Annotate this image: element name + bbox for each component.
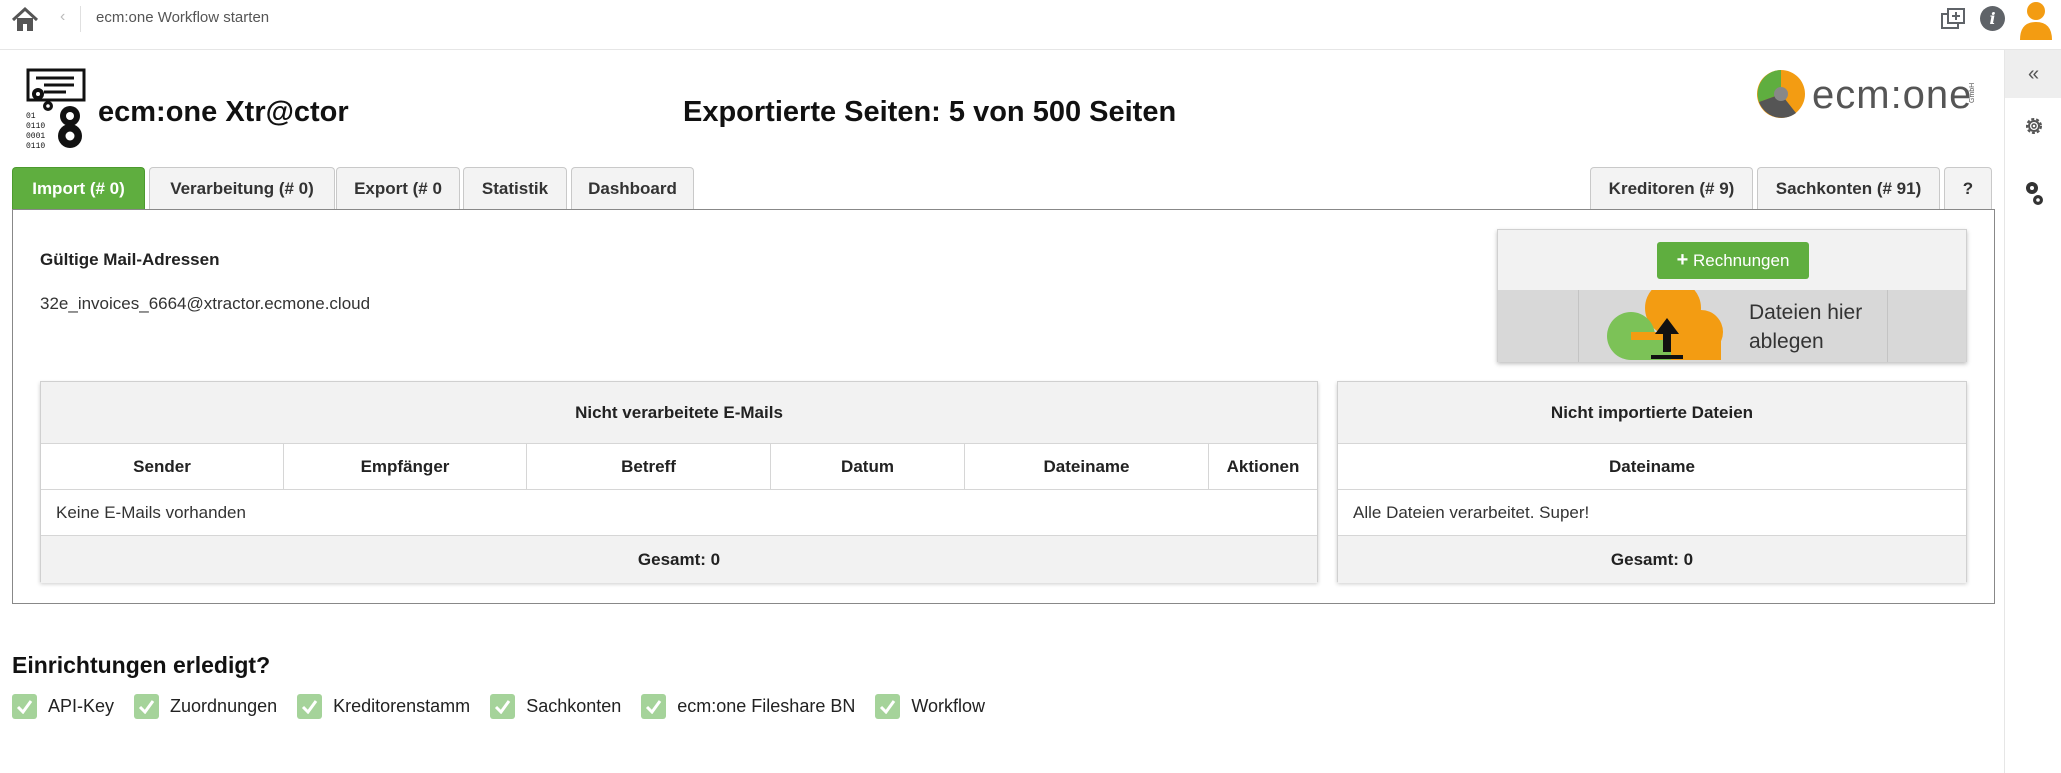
checkbox-checked-icon[interactable] — [641, 693, 667, 719]
tab-verarbeitung[interactable]: Verarbeitung (# 0) — [149, 167, 335, 209]
svg-text:01: 01 — [26, 112, 36, 121]
back-chevron-icon[interactable]: ‹ — [60, 8, 65, 26]
dropzone-text-line1: Dateien hier — [1749, 301, 1863, 324]
add-invoices-label: Rechnungen — [1693, 251, 1790, 270]
emails-table: Nicht verarbeitete E-Mails Sender Empfän… — [40, 381, 1318, 583]
setup-item-workflow[interactable]: Workflow — [875, 692, 985, 720]
files-empty-row: Alle Dateien verarbeitet. Super! — [1338, 490, 1966, 536]
app-name: ecm:one Xtr@ctor — [98, 96, 349, 128]
plus-icon: + — [1676, 249, 1689, 271]
info-icon[interactable]: i — [1980, 6, 2005, 31]
dropzone-frame[interactable]: Dateien hier ablegen — [1578, 290, 1888, 362]
files-table: Nicht importierte Dateien Dateiname Alle… — [1337, 381, 1967, 583]
svg-text:ecm:one: ecm:one — [1812, 73, 1972, 117]
add-invoices-button[interactable]: + Rechnungen — [1657, 242, 1809, 279]
dropzone-text-line2: ablegen — [1749, 330, 1824, 353]
mail-addresses-label: Gültige Mail-Adressen — [40, 250, 220, 269]
tab-sachkonten[interactable]: Sachkonten (# 91) — [1757, 167, 1940, 209]
emails-table-header: Sender Empfänger Betreff Datum Dateiname… — [41, 444, 1317, 490]
column-header-filename[interactable]: Dateiname — [965, 444, 1209, 489]
column-header-date[interactable]: Datum — [771, 444, 965, 489]
setup-item-label: ecm:one Fileshare BN — [677, 695, 856, 716]
file-dropzone[interactable]: Dateien hier ablegen — [1498, 290, 1966, 362]
checkbox-checked-icon[interactable] — [490, 693, 516, 719]
collapse-icon[interactable]: « — [2005, 50, 2061, 98]
mail-address-value[interactable]: 32e_invoices_6664@xtractor.ecmone.cloud — [40, 294, 370, 314]
files-table-caption: Nicht importierte Dateien — [1338, 382, 1966, 444]
setup-title: Einrichtungen erledigt? — [12, 652, 271, 678]
setup-item-label: Zuordnungen — [170, 695, 278, 716]
svg-text:0001: 0001 — [26, 132, 45, 141]
column-header-recipient[interactable]: Empfänger — [284, 444, 527, 489]
checkbox-checked-icon[interactable] — [12, 693, 37, 719]
right-rail: « — [2004, 50, 2061, 773]
dropzone-text: Dateien hier ablegen — [1749, 298, 1862, 356]
upload-widget: + Rechnungen Dateien hier ablegen — [1497, 229, 1967, 362]
new-window-icon[interactable] — [1940, 6, 1966, 32]
export-pages-info: Exportierte Seiten: 5 von 500 Seiten — [683, 96, 1177, 128]
home-icon[interactable] — [10, 6, 40, 34]
workflow-title[interactable]: ecm:one Workflow starten — [96, 9, 269, 26]
top-bar: ‹ ecm:one Workflow starten i — [0, 0, 2061, 50]
setup-checklist: API-Key Zuordnungen Kreditorenstamm Sach… — [12, 692, 1005, 720]
svg-text:0110: 0110 — [26, 142, 45, 148]
tab-dashboard[interactable]: Dashboard — [571, 167, 694, 209]
divider — [80, 6, 81, 32]
column-header-sender[interactable]: Sender — [41, 444, 284, 489]
cloud-upload-icon — [1607, 290, 1723, 360]
ecmone-brand-logo: ecm:one GmbH — [1757, 70, 1976, 118]
emails-total: Gesamt: 0 — [41, 536, 1317, 583]
settings-gear-icon[interactable] — [2022, 114, 2046, 138]
setup-item-kreditorenstamm[interactable]: Kreditorenstamm — [297, 692, 470, 720]
column-header-subject[interactable]: Betreff — [527, 444, 771, 489]
setup-item-label: API-Key — [48, 695, 115, 716]
setup-item-label: Sachkonten — [526, 695, 622, 716]
setup-item-zuordnungen[interactable]: Zuordnungen — [134, 692, 277, 720]
setup-item-sachkonten[interactable]: Sachkonten — [490, 692, 621, 720]
xtractor-logo-icon: 01 0110 0001 0110 — [26, 68, 86, 148]
tab-help[interactable]: ? — [1944, 167, 1992, 209]
tab-statistik[interactable]: Statistik — [463, 167, 567, 209]
tab-export[interactable]: Export (# 0 — [336, 167, 460, 209]
checkbox-checked-icon[interactable] — [134, 693, 160, 719]
setup-item-label: Kreditorenstamm — [333, 695, 471, 716]
emails-table-caption: Nicht verarbeitete E-Mails — [41, 382, 1317, 444]
setup-item-label: Workflow — [911, 695, 986, 716]
gears-icon[interactable] — [2022, 178, 2046, 208]
checkbox-checked-icon[interactable] — [875, 693, 901, 719]
svg-text:0110: 0110 — [26, 122, 45, 131]
setup-item-fileshare[interactable]: ecm:one Fileshare BN — [641, 692, 855, 720]
tab-kreditoren[interactable]: Kreditoren (# 9) — [1590, 167, 1753, 209]
emails-empty-row: Keine E-Mails vorhanden — [41, 490, 1317, 536]
column-header-filename[interactable]: Dateiname — [1338, 444, 1966, 489]
user-avatar-icon[interactable] — [2018, 0, 2054, 42]
column-header-actions: Aktionen — [1226, 457, 1300, 476]
checkbox-checked-icon[interactable] — [297, 693, 323, 719]
svg-text:GmbH: GmbH — [1969, 83, 1976, 103]
setup-item-api-key[interactable]: API-Key — [12, 692, 114, 720]
files-total: Gesamt: 0 — [1338, 536, 1966, 583]
files-table-header: Dateiname — [1338, 444, 1966, 490]
tab-import[interactable]: Import (# 0) — [12, 167, 145, 209]
